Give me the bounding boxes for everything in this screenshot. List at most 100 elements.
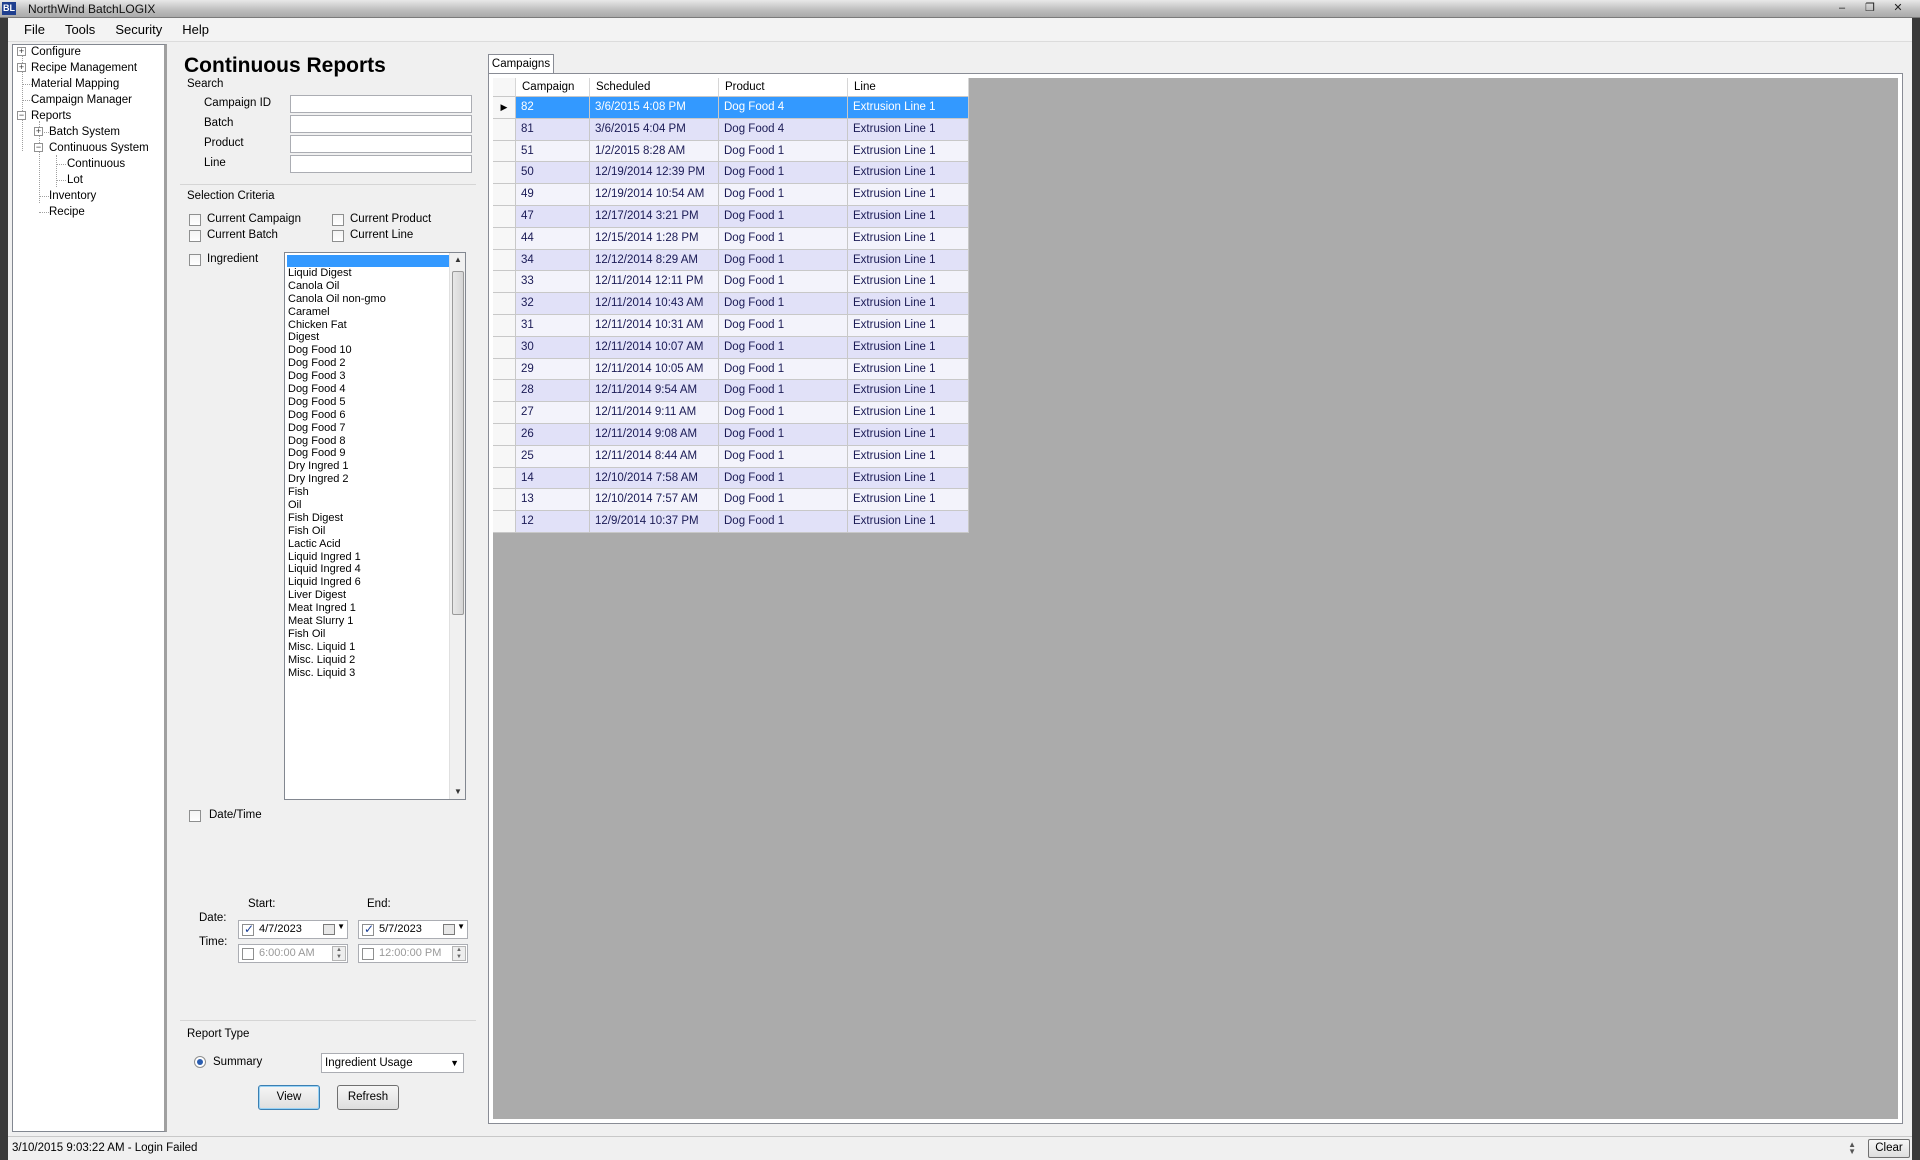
cell-campaign[interactable]: 30 (516, 336, 590, 359)
cell-line[interactable]: Extrusion Line 1 (848, 184, 969, 206)
campaign-id-field[interactable] (290, 95, 472, 113)
cell-line[interactable]: Extrusion Line 1 (848, 249, 969, 272)
row-header[interactable] (493, 380, 516, 403)
tree-item-recipe-management[interactable]: Recipe Management (31, 61, 137, 75)
tree-item-material-mapping[interactable]: Material Mapping (31, 77, 119, 91)
table-row[interactable]: 13 12/10/2014 7:57 AM Dog Food 1 Extrusion … (493, 489, 969, 512)
menu-help[interactable]: Help (172, 22, 219, 37)
ingredient-list-item[interactable]: Dog Food 4 (288, 383, 386, 396)
ingredient-list-item[interactable]: Liquid Digest (288, 267, 386, 280)
cell-campaign[interactable]: 28 (516, 380, 590, 403)
cell-product[interactable]: Dog Food 1 (719, 162, 848, 185)
ingredient-list-item[interactable]: Dog Food 2 (288, 357, 386, 370)
end-date-picker[interactable]: 5/7/2023 ▼ (358, 920, 468, 939)
row-header[interactable] (493, 402, 516, 424)
cell-scheduled[interactable]: 12/11/2014 9:11 AM (590, 402, 719, 424)
cell-product[interactable]: Dog Food 1 (719, 249, 848, 272)
spinner-icon[interactable]: ▲ ▼ (452, 946, 466, 961)
line-field[interactable] (290, 155, 472, 173)
row-header[interactable] (493, 467, 516, 490)
cell-scheduled[interactable]: 12/11/2014 9:54 AM (590, 380, 719, 403)
cell-product[interactable]: Dog Food 1 (719, 489, 848, 512)
table-row[interactable]: 34 12/12/2014 8:29 AM Dog Food 1 Extrusion … (493, 249, 969, 272)
tree-item-inventory[interactable]: Inventory (49, 189, 96, 203)
collapse-minus-icon[interactable]: − (17, 111, 26, 120)
cell-campaign[interactable]: 81 (516, 118, 590, 141)
cell-line[interactable]: Extrusion Line 1 (848, 97, 969, 119)
column-header-campaign[interactable]: Campaign (516, 78, 590, 97)
cell-line[interactable]: Extrusion Line 1 (848, 118, 969, 141)
current-batch-checkbox[interactable] (189, 230, 201, 242)
ingredient-list-item[interactable]: Chicken Fat (288, 319, 386, 332)
cell-line[interactable]: Extrusion Line 1 (848, 358, 969, 381)
cell-campaign[interactable]: 14 (516, 467, 590, 490)
table-row[interactable]: 27 12/11/2014 9:11 AM Dog Food 1 Extrusion … (493, 402, 969, 424)
status-spinner-icon[interactable]: ▲ ▼ (1848, 1141, 1856, 1156)
table-row[interactable]: 32 12/11/2014 10:43 AM Dog Food 1 Extrusion… (493, 293, 969, 315)
cell-line[interactable]: Extrusion Line 1 (848, 402, 969, 424)
cell-scheduled[interactable]: 12/11/2014 12:11 PM (590, 271, 719, 294)
cell-scheduled[interactable]: 12/12/2014 8:29 AM (590, 249, 719, 272)
cell-campaign[interactable]: 50 (516, 162, 590, 185)
cell-product[interactable]: Dog Food 1 (719, 314, 848, 337)
navigation-tree[interactable]: + Configure + Recipe Management Material… (12, 44, 167, 1132)
cell-scheduled[interactable]: 3/6/2015 4:04 PM (590, 118, 719, 141)
scroll-thumb[interactable] (452, 271, 464, 615)
cell-line[interactable]: Extrusion Line 1 (848, 380, 969, 403)
tree-item-recipe[interactable]: Recipe (49, 205, 85, 219)
ingredient-list-item[interactable]: Dog Food 10 (288, 344, 386, 357)
cell-scheduled[interactable]: 12/19/2014 10:54 AM (590, 184, 719, 206)
collapse-minus-icon[interactable]: − (34, 143, 43, 152)
ingredient-list-item[interactable]: Fish Digest (288, 512, 386, 525)
table-row[interactable]: 47 12/17/2014 3:21 PM Dog Food 1 Extrusion … (493, 205, 969, 228)
cell-campaign[interactable]: 26 (516, 423, 590, 446)
cell-campaign[interactable]: 82 (516, 97, 590, 119)
row-header[interactable] (493, 184, 516, 206)
cell-campaign[interactable]: 51 (516, 140, 590, 163)
cell-product[interactable]: Dog Food 1 (719, 293, 848, 315)
ingredient-list-item[interactable]: Digest (288, 331, 386, 344)
ingredient-list-item[interactable]: Oil (288, 499, 386, 512)
row-header[interactable] (493, 162, 516, 185)
batch-field[interactable] (290, 115, 472, 133)
table-row[interactable]: 26 12/11/2014 9:08 AM Dog Food 1 Extrusion … (493, 423, 969, 446)
tree-item-campaign-manager[interactable]: Campaign Manager (31, 93, 132, 107)
ingredient-list-item[interactable]: Lactic Acid (288, 538, 386, 551)
start-time-checkbox[interactable] (242, 948, 254, 960)
cell-campaign[interactable]: 33 (516, 271, 590, 294)
cell-line[interactable]: Extrusion Line 1 (848, 336, 969, 359)
table-row[interactable]: 44 12/15/2014 1:28 PM Dog Food 1 Extrusion … (493, 227, 969, 250)
cell-product[interactable]: Dog Food 1 (719, 467, 848, 490)
restore-button[interactable]: ❐ (1856, 0, 1884, 16)
cell-product[interactable]: Dog Food 1 (719, 423, 848, 446)
row-header[interactable] (493, 140, 516, 163)
cell-line[interactable]: Extrusion Line 1 (848, 140, 969, 163)
tree-item-continuous[interactable]: Continuous (67, 157, 125, 171)
cell-line[interactable]: Extrusion Line 1 (848, 423, 969, 446)
datetime-checkbox[interactable] (189, 810, 201, 822)
tree-item-continuous-system[interactable]: Continuous System (49, 141, 149, 155)
row-header[interactable] (493, 358, 516, 381)
ingredient-list-item[interactable]: Dog Food 7 (288, 422, 386, 435)
cell-campaign[interactable]: 32 (516, 293, 590, 315)
table-row[interactable]: 25 12/11/2014 8:44 AM Dog Food 1 Extrusion … (493, 445, 969, 468)
ingredient-list-item[interactable]: Liver Digest (288, 589, 386, 602)
cell-product[interactable]: Dog Food 1 (719, 140, 848, 163)
row-header[interactable] (493, 423, 516, 446)
scroll-down-icon[interactable]: ▼ (450, 785, 465, 799)
chevron-down-icon[interactable]: ▼ (337, 922, 345, 931)
cell-product[interactable]: Dog Food 1 (719, 184, 848, 206)
table-row[interactable]: 29 12/11/2014 10:05 AM Dog Food 1 Extrusion… (493, 358, 969, 381)
product-field[interactable] (290, 135, 472, 153)
menu-file[interactable]: File (14, 22, 55, 37)
menu-tools[interactable]: Tools (55, 22, 105, 37)
ingredient-list-item[interactable]: Canola Oil (288, 280, 386, 293)
ingredient-list-item[interactable]: Dry Ingred 2 (288, 473, 386, 486)
row-header[interactable] (493, 489, 516, 512)
menu-security[interactable]: Security (105, 22, 172, 37)
calendar-icon[interactable] (443, 924, 455, 935)
cell-campaign[interactable]: 12 (516, 511, 590, 533)
cell-product[interactable]: Dog Food 1 (719, 271, 848, 294)
current-product-checkbox[interactable] (332, 214, 344, 226)
table-row[interactable]: 12 12/9/2014 10:37 PM Dog Food 1 Extrusion … (493, 511, 969, 533)
